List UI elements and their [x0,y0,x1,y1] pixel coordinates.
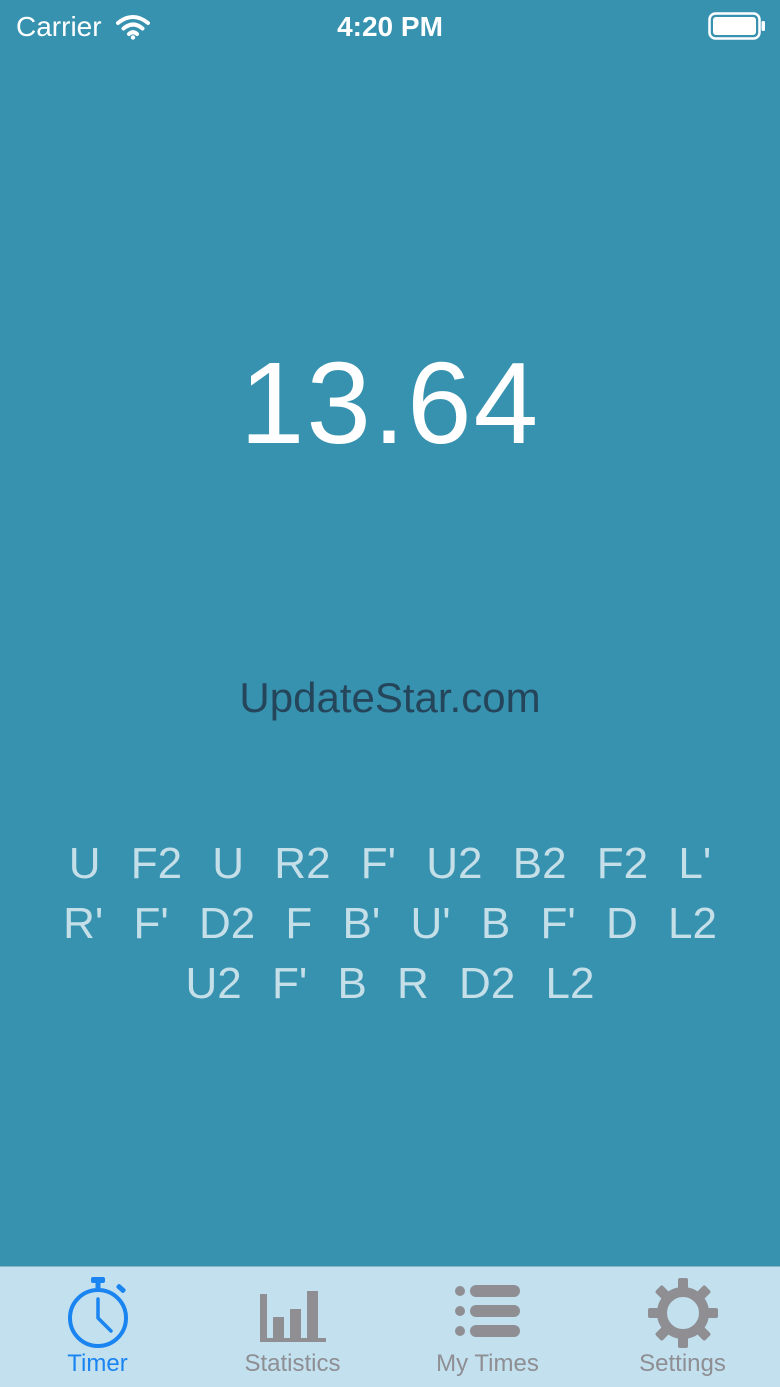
status-bar: Carrier 4:20 PM [0,0,780,54]
tab-label: My Times [436,1350,539,1377]
stopwatch-icon [67,1277,128,1348]
tab-label: Statistics [244,1350,341,1377]
tab-settings[interactable]: Settings [585,1267,780,1387]
list-icon [454,1285,520,1337]
scramble-text: U F2 U R2 F' U2 B2 F2 L' R' F' D2 F B' U… [63,839,717,1008]
battery-icon [708,12,765,40]
tab-label: Settings [639,1350,726,1377]
bar-chart-icon [259,1291,326,1342]
status-time: 4:20 PM [337,11,443,42]
gear-icon [647,1278,718,1348]
watermark-text: UpdateStar.com [239,674,541,721]
tab-timer[interactable]: Timer [0,1267,195,1387]
tab-label: Timer [67,1350,128,1377]
timer-display[interactable]: 13.64 [0,338,780,468]
tab-statistics[interactable]: Statistics [195,1267,390,1387]
tab-bar: Timer Statistics My Times Settings [0,1266,780,1387]
tab-my-times[interactable]: My Times [390,1267,585,1387]
